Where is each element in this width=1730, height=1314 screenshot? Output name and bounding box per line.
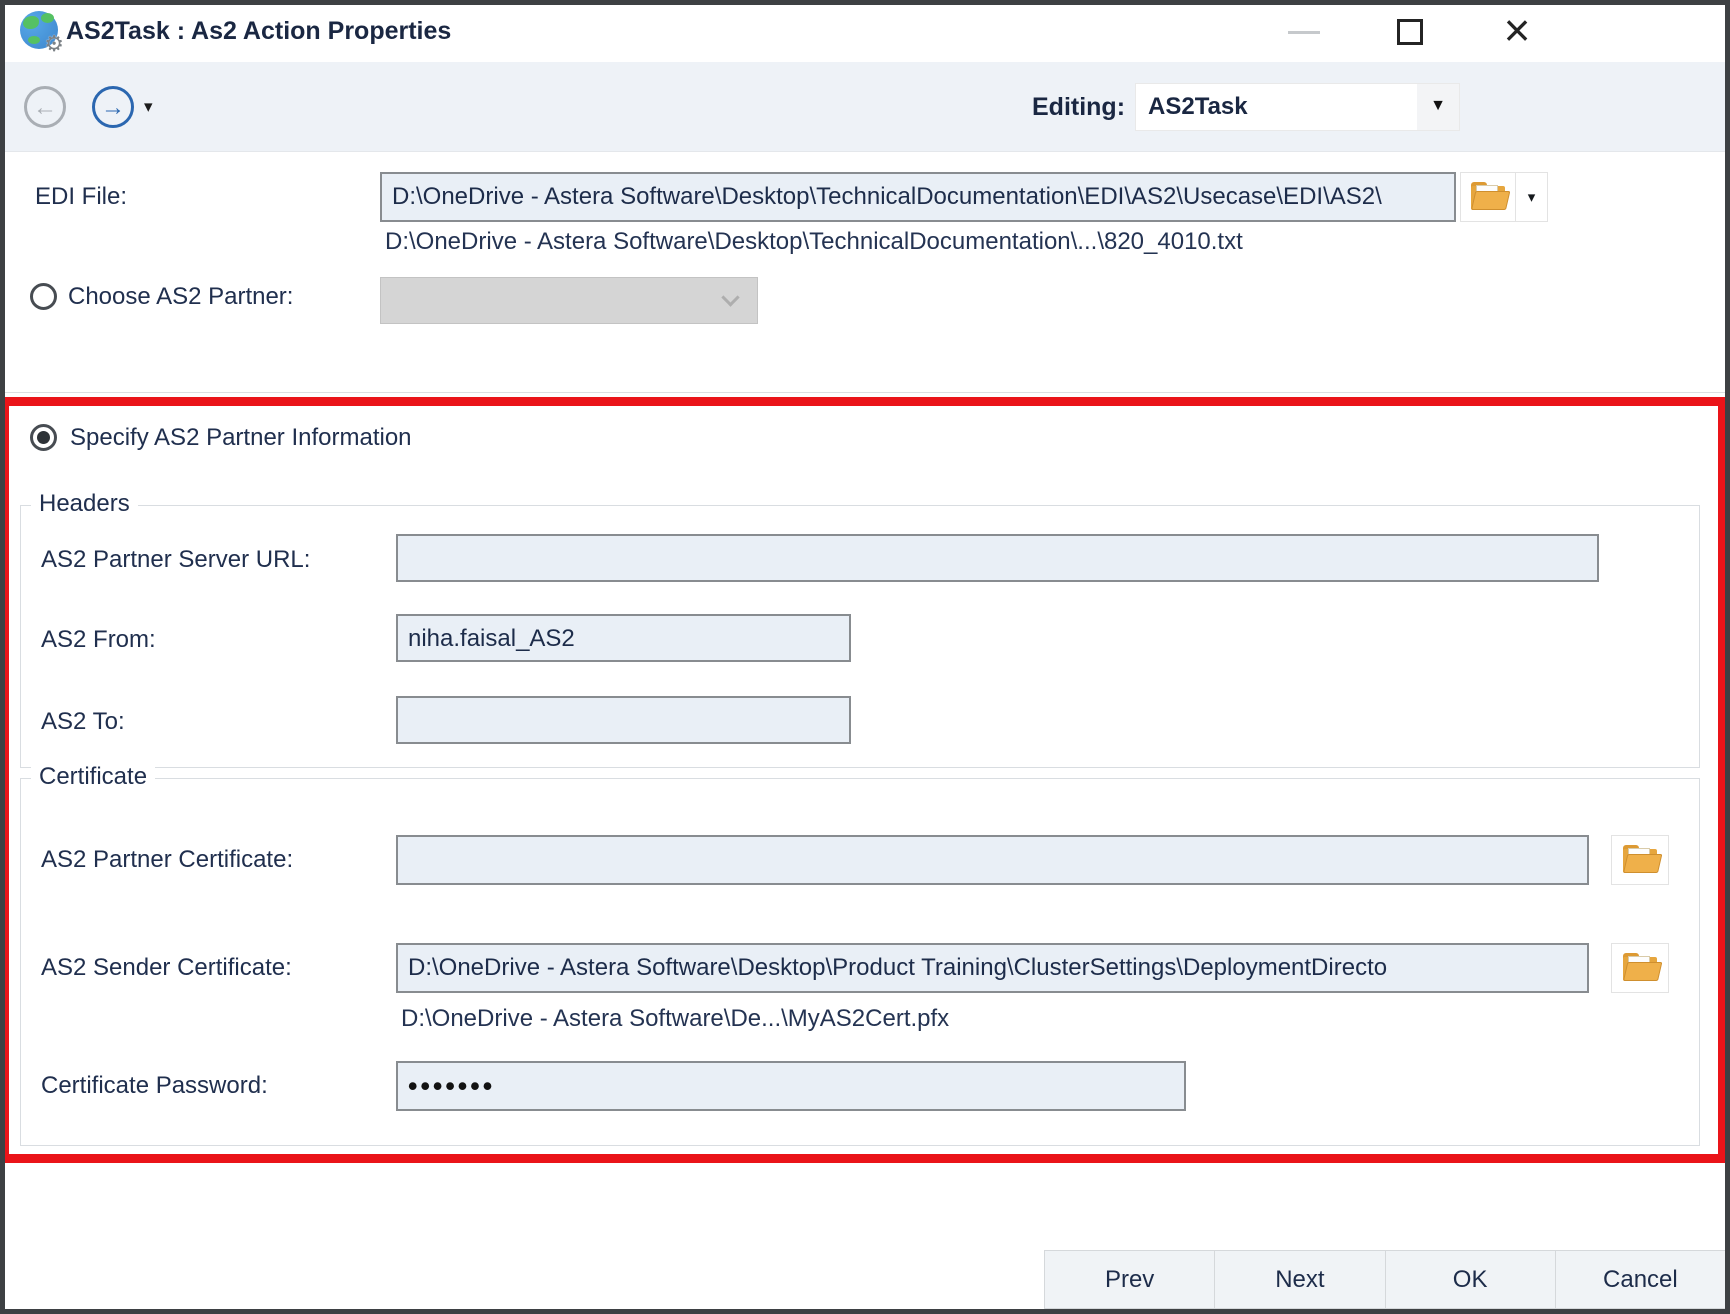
folder-open-icon — [1469, 182, 1511, 212]
specify-as2-partner-label: Specify AS2 Partner Information — [70, 424, 412, 451]
maximize-icon[interactable] — [1397, 19, 1423, 45]
as2-partner-server-url-input[interactable] — [396, 534, 1599, 582]
sender-certificate-resolved-path: D:\OneDrive - Astera Software\De...\MyAS… — [401, 1005, 950, 1032]
next-button[interactable]: Next — [1214, 1250, 1386, 1309]
as2-from-input[interactable]: niha.faisal_AS2 — [396, 614, 851, 662]
folder-open-icon — [1621, 953, 1663, 983]
specify-as2-partner-radio[interactable] — [30, 424, 57, 451]
back-arrow-icon[interactable]: ← — [24, 86, 66, 128]
as2-partner-dropdown-disabled — [380, 277, 758, 324]
gear-icon: ⚙ — [44, 31, 64, 56]
partner-certificate-browse-button[interactable] — [1611, 835, 1669, 885]
edi-file-resolved-path: D:\OneDrive - Astera Software\Desktop\Te… — [385, 228, 1243, 255]
certificate-password-input[interactable]: ••••••• — [396, 1061, 1186, 1111]
as2-action-properties-dialog: ⚙ AS2Task : As2 Action Properties × ← → … — [0, 0, 1730, 1314]
footer-button-bar: Prev Next OK Cancel — [1044, 1250, 1726, 1309]
chevron-down-icon — [721, 288, 740, 307]
title-bar: ⚙ AS2Task : As2 Action Properties × — [0, 0, 1730, 62]
forward-arrow-icon[interactable]: → — [92, 86, 134, 128]
globe-app-icon: ⚙ — [20, 11, 64, 56]
as2-to-input[interactable] — [396, 696, 851, 744]
window-title: AS2Task : As2 Action Properties — [66, 17, 452, 45]
certificate-group-title: Certificate — [31, 763, 156, 791]
certificate-groupbox: Certificate AS2 Partner Certificate: AS2… — [20, 763, 1700, 1146]
as2-from-label: AS2 From: — [41, 626, 156, 653]
section-divider — [0, 392, 1730, 393]
choose-as2-partner-label: Choose AS2 Partner: — [68, 283, 294, 310]
editing-dropdown-value: AS2Task — [1148, 93, 1248, 120]
prev-button[interactable]: Prev — [1044, 1250, 1216, 1309]
forward-dropdown-caret-icon[interactable]: ▾ — [144, 97, 153, 117]
headers-groupbox: Headers AS2 Partner Server URL: AS2 From… — [20, 490, 1700, 768]
headers-group-title: Headers — [31, 490, 138, 518]
cancel-button[interactable]: Cancel — [1554, 1250, 1726, 1309]
edi-file-browse-button[interactable] — [1461, 173, 1516, 221]
toolbar: ← → ▾ Editing: AS2Task ▼ — [0, 62, 1730, 152]
editing-label: Editing: — [1032, 93, 1126, 121]
ok-button[interactable]: OK — [1384, 1250, 1556, 1309]
minimize-icon[interactable] — [1288, 31, 1320, 34]
as2-sender-certificate-label: AS2 Sender Certificate: — [41, 954, 292, 981]
as2-to-label: AS2 To: — [41, 708, 125, 735]
close-icon[interactable]: × — [1492, 6, 1542, 56]
as2-sender-certificate-input[interactable]: D:\OneDrive - Astera Software\Desktop\Pr… — [396, 943, 1589, 993]
edi-file-input[interactable]: D:\OneDrive - Astera Software\Desktop\Te… — [380, 172, 1456, 222]
dropdown-caret-icon: ▾ — [1527, 189, 1536, 206]
as2-partner-server-url-label: AS2 Partner Server URL: — [41, 546, 311, 573]
editing-dropdown[interactable]: AS2Task ▼ — [1135, 83, 1460, 131]
sender-certificate-browse-button[interactable] — [1611, 943, 1669, 993]
as2-partner-certificate-label: AS2 Partner Certificate: — [41, 846, 294, 873]
dropdown-caret-icon[interactable]: ▼ — [1417, 84, 1459, 130]
edi-file-label: EDI File: — [35, 183, 128, 210]
folder-open-icon — [1621, 845, 1663, 875]
choose-as2-partner-radio[interactable] — [30, 283, 57, 310]
certificate-password-label: Certificate Password: — [41, 1072, 268, 1099]
as2-partner-certificate-input[interactable] — [396, 835, 1589, 885]
edi-file-options-button[interactable]: ▾ — [1516, 173, 1547, 221]
